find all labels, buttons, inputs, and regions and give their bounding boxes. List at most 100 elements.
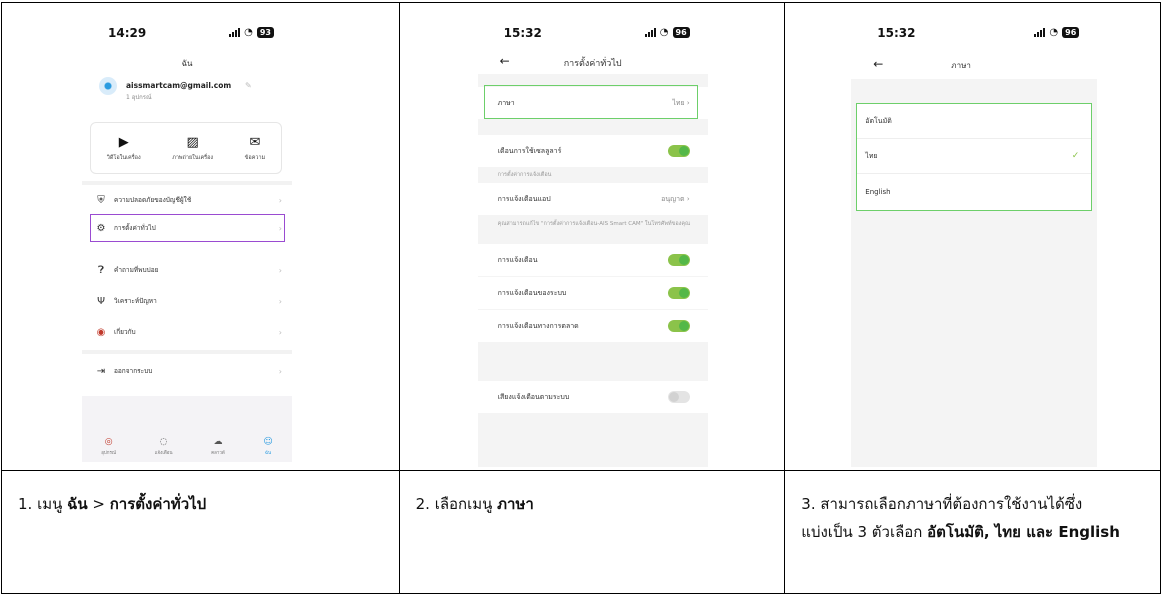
caption-bold: ภาษา bbox=[497, 495, 534, 513]
menu-item-label: ความปลอดภัยของบัญชีผู้ใช้ bbox=[114, 196, 192, 204]
cellular-warning-toggle[interactable] bbox=[667, 145, 690, 157]
message-icon: ◌ bbox=[159, 436, 168, 447]
tab-notifications[interactable]: ◌ แจ้งเตือน bbox=[155, 437, 173, 456]
screen3-cell: 15:32 ◔ 96 ← ภาษา อัตโนมัติ ไทย ✓ Englis… bbox=[784, 2, 1161, 471]
quick-action-local-photo[interactable]: ▨ ภาพถ่ายในเครื่อง bbox=[172, 135, 213, 162]
language-option-english[interactable]: English bbox=[857, 174, 1091, 209]
language-option-auto[interactable]: อัตโนมัติ bbox=[857, 104, 1092, 139]
quick-action-label: ภาพถ่ายในเครื่อง bbox=[172, 154, 214, 161]
menu-item-label: คำถามที่พบบ่อย bbox=[114, 266, 159, 274]
tab-label: อุปกรณ์ bbox=[101, 450, 117, 456]
chevron-right-icon: › bbox=[278, 296, 282, 306]
status-bar: 15:32 ◔ 96 bbox=[851, 26, 1097, 42]
caption-bold: อัตโนมัติ, ไทย และ English bbox=[927, 522, 1120, 541]
cellular-warning-row: เตือนการใช้เซลลูลาร์ bbox=[477, 135, 708, 167]
menu-item-diagnose[interactable]: Ψ วิเคราะห์ปัญหา › bbox=[82, 287, 292, 315]
wifi-icon: ◔ bbox=[659, 26, 669, 38]
nav-bar: ← ภาษา bbox=[851, 57, 1097, 77]
status-time: 15:32 bbox=[877, 26, 916, 40]
language-option-label: อัตโนมัติ bbox=[865, 116, 892, 125]
phone-screen-language: 15:32 ◔ 96 ← ภาษา อัตโนมัติ ไทย ✓ Englis… bbox=[851, 11, 1098, 467]
row-label: เสียงแจ้งเตือนตามระบบ bbox=[497, 392, 570, 401]
quick-action-local-video[interactable]: ▶︎ วิดีโอในเครื่อง bbox=[107, 135, 141, 162]
section-divider bbox=[82, 350, 292, 354]
edit-icon[interactable]: ✎ bbox=[245, 81, 252, 90]
account-email: aissmartcam@gmail.com bbox=[126, 81, 232, 90]
system-notification-row: การแจ้งเตือนของระบบ bbox=[477, 277, 708, 309]
section-divider bbox=[82, 181, 292, 185]
back-arrow-icon[interactable]: ← bbox=[873, 57, 883, 71]
row-value: อนุญาต › bbox=[661, 194, 690, 203]
image-icon: ▨ bbox=[186, 134, 199, 150]
system-sound-toggle[interactable] bbox=[667, 391, 690, 403]
language-list: อัตโนมัติ ไทย ✓ English bbox=[856, 103, 1093, 211]
system-notification-toggle[interactable] bbox=[667, 287, 690, 299]
notification-toggle[interactable] bbox=[667, 254, 690, 266]
mail-icon: ✉ bbox=[249, 134, 261, 150]
tab-cloud[interactable]: ☁︎ คลาวด์ bbox=[211, 437, 225, 456]
chevron-right-icon: › bbox=[278, 265, 282, 275]
device-icon: ◎ bbox=[104, 436, 113, 447]
phone-screen-me: 14:29 ◔ 93 ฉัน aissmartcam@gmail.com 1 อ… bbox=[82, 11, 292, 467]
language-option-label: English bbox=[865, 187, 891, 196]
about-icon: ◉ bbox=[96, 326, 106, 338]
tab-devices[interactable]: ◎ อุปกรณ์ bbox=[101, 437, 116, 456]
menu-item-account-security[interactable]: ⛨ ความปลอดภัยของบัญชีผู้ใช้ › bbox=[82, 186, 292, 214]
chevron-right-icon: › bbox=[278, 195, 282, 205]
nav-title: การตั้งค่าทั่วไป bbox=[563, 59, 622, 69]
language-option-thai[interactable]: ไทย ✓ bbox=[857, 139, 1092, 174]
system-sound-row: เสียงแจ้งเตือนตามระบบ bbox=[477, 381, 708, 413]
user-icon: ☺ bbox=[263, 436, 273, 447]
menu-item-label: วิเคราะห์ปัญหา bbox=[114, 297, 157, 305]
tab-label: คลาวด์ bbox=[211, 450, 225, 456]
page-title: ฉัน bbox=[181, 59, 193, 68]
wifi-icon: ◔ bbox=[244, 26, 253, 38]
status-time: 15:32 bbox=[503, 26, 542, 40]
notification-row: การแจ้งเตือน bbox=[477, 244, 708, 276]
signal-icon bbox=[229, 28, 241, 37]
chevron-right-icon: › bbox=[278, 327, 282, 337]
menu-item-faq[interactable]: ❓︎ คำถามที่พบบ่อย › bbox=[82, 256, 292, 284]
tab-bar: ◎ อุปกรณ์ ◌ แจ้งเตือน ☁︎ คลาวด์ ☺ ฉัน bbox=[82, 431, 292, 461]
help-icon: ❓︎ bbox=[97, 264, 104, 276]
screen2-cell: 15:32 ◔ 96 ← การตั้งค่าทั่วไป ภาษา ไทย › bbox=[398, 2, 786, 471]
battery-icon: 96 bbox=[672, 27, 690, 38]
highlight-general-settings bbox=[90, 214, 285, 242]
caption-step-2: 2. เลือกเมนู ภาษา bbox=[398, 470, 786, 594]
wifi-icon: ◔ bbox=[1049, 26, 1059, 38]
caption-step-3: 3. สามารถเลือกภาษาที่ต้องการใช้งานได้ซึ่… bbox=[784, 470, 1161, 594]
signal-icon bbox=[1034, 28, 1046, 37]
play-circle-icon: ▶︎ bbox=[118, 134, 129, 150]
guide-sheet: 14:29 ◔ 93 ฉัน aissmartcam@gmail.com 1 อ… bbox=[0, 0, 1162, 594]
quick-actions: ▶︎ วิดีโอในเครื่อง ▨ ภาพถ่ายในเครื่อง ✉ … bbox=[90, 122, 282, 174]
tab-label: แจ้งเตือน bbox=[154, 450, 173, 456]
section-header: การตั้งค่าการแจ้งเตือน bbox=[497, 172, 552, 178]
caption-text: > bbox=[87, 495, 110, 513]
language-option-label: ไทย bbox=[865, 151, 878, 160]
cloud-icon: ☁︎ bbox=[213, 436, 223, 447]
menu-item-about[interactable]: ◉ เกี่ยวกับ › bbox=[82, 318, 292, 346]
status-bar: 15:32 ◔ 96 bbox=[478, 26, 708, 42]
quick-action-messages[interactable]: ✉ ข้อความ bbox=[245, 135, 266, 162]
caption-step-1: 1. เมนู ฉัน > การตั้งค่าทั่วไป bbox=[1, 470, 400, 594]
status-icons: ◔ 96 bbox=[1034, 26, 1080, 38]
menu-item-logout[interactable]: ⇥ ออกจากระบบ › bbox=[82, 357, 292, 385]
avatar[interactable] bbox=[99, 77, 117, 95]
menu-item-label: ออกจากระบบ bbox=[114, 367, 153, 375]
signal-icon bbox=[644, 28, 656, 37]
row-label: เตือนการใช้เซลลูลาร์ bbox=[497, 146, 562, 155]
status-time: 14:29 bbox=[108, 26, 147, 40]
row-label: การแจ้งเตือนทางการตลาด bbox=[497, 321, 579, 330]
marketing-notification-toggle[interactable] bbox=[667, 320, 690, 332]
chevron-right-icon: › bbox=[278, 366, 282, 376]
battery-icon: 96 bbox=[1062, 27, 1080, 38]
app-notification-row[interactable]: การแจ้งเตือนแอป อนุญาต › bbox=[477, 183, 708, 215]
diagnose-icon: Ψ bbox=[97, 295, 105, 307]
app-notification-value: อนุญาต bbox=[661, 194, 685, 203]
checkmark-icon: ✓ bbox=[1071, 151, 1080, 161]
notification-hint: คุณสามารถแก้ไข "การตั้งค่าการแจ้งเตือน-A… bbox=[497, 221, 691, 227]
row-label: การแจ้งเตือน bbox=[497, 255, 538, 264]
tab-me[interactable]: ☺ ฉัน bbox=[263, 437, 272, 456]
marketing-notification-row: การแจ้งเตือนทางการตลาด bbox=[477, 310, 708, 342]
tab-label: ฉัน bbox=[264, 450, 272, 456]
